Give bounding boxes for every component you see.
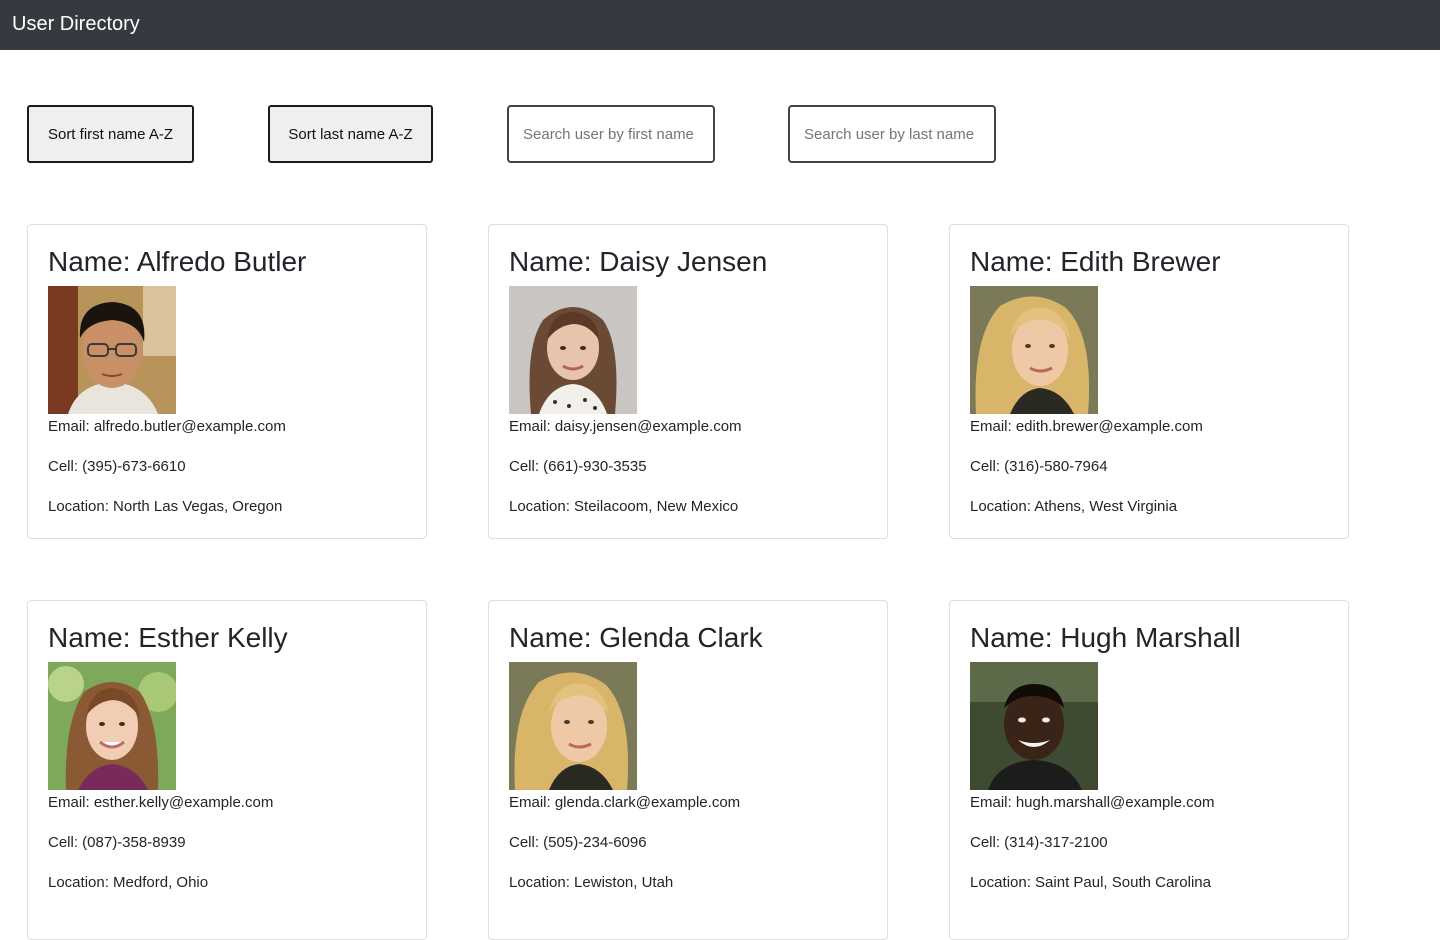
user-name: Name: Edith Brewer <box>970 246 1221 277</box>
user-location: Location: Medford, Ohio <box>48 874 209 891</box>
navbar: User Directory <box>0 0 1440 50</box>
user-location: Location: Athens, West Virginia <box>970 498 1178 515</box>
user-card: Name: Alfredo Butler Email: alfredo.butl… <box>27 224 427 539</box>
user-location: Location: Steilacoom, New Mexico <box>509 498 739 515</box>
user-name: Name: Esther Kelly <box>48 622 288 653</box>
user-name: Name: Alfredo Butler <box>48 246 307 277</box>
sort-first-name-button[interactable]: Sort first name A-Z <box>27 105 194 163</box>
user-location: Location: North Las Vegas, Oregon <box>48 498 283 515</box>
user-email: Email: daisy.jensen@example.com <box>509 418 742 435</box>
user-name: Name: Hugh Marshall <box>970 622 1241 653</box>
search-first-name-input[interactable] <box>507 105 715 163</box>
user-card: Name: Daisy Jensen Email: daisy.jensen@e… <box>488 224 888 539</box>
sort-last-name-button[interactable]: Sort last name A-Z <box>268 105 433 163</box>
user-cell: Cell: (395)-673-6610 <box>48 458 186 475</box>
user-card: Name: Edith Brewer Email: edith.brewer@e… <box>949 224 1349 539</box>
user-avatar <box>509 286 637 414</box>
user-avatar <box>48 662 176 790</box>
user-cell: Cell: (316)-580-7964 <box>970 458 1108 475</box>
user-avatar <box>509 662 637 790</box>
user-location: Location: Lewiston, Utah <box>509 874 674 891</box>
user-card: Name: Hugh Marshall Email: hugh.marshall… <box>949 600 1349 940</box>
navbar-brand[interactable]: User Directory <box>12 11 140 37</box>
user-card: Name: Esther Kelly Email: esther.kelly@e… <box>27 600 427 940</box>
user-card: Name: Glenda Clark Email: glenda.clark@e… <box>488 600 888 940</box>
user-name: Name: Glenda Clark <box>509 622 763 653</box>
user-cell: Cell: (505)-234-6096 <box>509 834 647 851</box>
user-avatar <box>970 662 1098 790</box>
search-last-name-input[interactable] <box>788 105 996 163</box>
user-email: Email: hugh.marshall@example.com <box>970 794 1215 811</box>
user-email: Email: edith.brewer@example.com <box>970 418 1203 435</box>
user-cell: Cell: (661)-930-3535 <box>509 458 647 475</box>
user-location: Location: Saint Paul, South Carolina <box>970 874 1211 891</box>
user-cell: Cell: (314)-317-2100 <box>970 834 1108 851</box>
controls-bar: Sort first name A-Z Sort last name A-Z <box>0 105 1440 163</box>
user-name: Name: Daisy Jensen <box>509 246 768 277</box>
user-email: Email: glenda.clark@example.com <box>509 794 741 811</box>
user-email: Email: esther.kelly@example.com <box>48 794 274 811</box>
user-cell: Cell: (087)-358-8939 <box>48 834 186 851</box>
user-avatar <box>970 286 1098 414</box>
user-email: Email: alfredo.butler@example.com <box>48 418 286 435</box>
user-avatar <box>48 286 176 414</box>
